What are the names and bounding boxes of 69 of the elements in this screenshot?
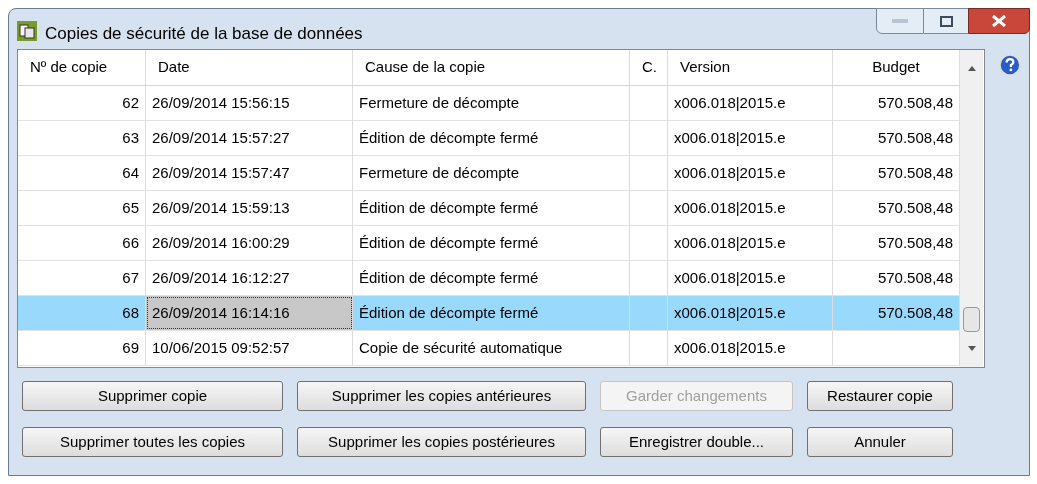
table-cell-text: 69: [122, 337, 139, 358]
table-cell-text: 570.508,48: [877, 267, 953, 288]
table-row[interactable]: 68 26/09/2014 16:14:16 Édition de décompte fermé x006.018|2015.e 570.508,48: [18, 296, 960, 331]
table-cell-text: 68: [122, 302, 139, 323]
table-cell-text: x006.018|2015.e: [674, 232, 786, 253]
table-cell-text: Édition de décompte fermé: [359, 197, 539, 218]
action-button[interactable]: Annuler: [807, 427, 953, 457]
column-header[interactable]: C.: [630, 50, 668, 85]
column-header[interactable]: Version: [668, 50, 833, 85]
table-cell-text: 570.508,48: [877, 302, 953, 323]
table-cell-text: x006.018|2015.e: [674, 197, 786, 218]
table-cell-text: 66: [122, 232, 139, 253]
table-cell-text: Édition de décompte fermé: [359, 232, 539, 253]
table-cell-text: 570.508,48: [877, 127, 953, 148]
maximize-button[interactable]: [924, 8, 968, 34]
table-cell-text: x006.018|2015.e: [674, 302, 786, 323]
table-cell-text: 570.508,48: [877, 92, 953, 113]
column-header[interactable]: Cause de la copie: [353, 50, 630, 85]
close-icon: [992, 15, 1006, 27]
action-button[interactable]: Supprimer les copies antérieures: [297, 381, 586, 411]
table-cell-text: x006.018|2015.e: [674, 162, 786, 183]
table-cell-text: 26/09/2014 15:57:27: [152, 127, 290, 148]
table-cell-text: 64: [122, 162, 139, 183]
table-cell-text: Fermeture de décompte: [359, 162, 520, 183]
action-button[interactable]: Enregistrer double...: [600, 427, 793, 457]
table-cell-text: 26/09/2014 15:57:47: [152, 162, 290, 183]
close-button[interactable]: [968, 8, 1030, 34]
table-cell-text: x006.018|2015.e: [674, 92, 786, 113]
table-cell-text: Fermeture de décompte: [359, 92, 520, 113]
table-row[interactable]: 67 26/09/2014 16:12:27 Édition de décompte fermé x006.018|2015.e 570.508,48: [18, 261, 960, 296]
table-cell-text: 63: [122, 127, 139, 148]
table-cell-text: 26/09/2014 15:59:13: [152, 197, 290, 218]
table-cell-text: 62: [122, 92, 139, 113]
table-cell-text: 65: [122, 197, 139, 218]
table-cell-text: 570.508,48: [877, 197, 953, 218]
table-cell-text: x006.018|2015.e: [674, 127, 786, 148]
table-cell-text: 26/09/2014 16:12:27: [152, 267, 290, 288]
action-button[interactable]: Supprimer toutes les copies: [22, 427, 283, 457]
table-row[interactable]: 63 26/09/2014 15:57:27 Édition de décompte fermé x006.018|2015.e 570.508,48: [18, 121, 960, 156]
table-cell-text: x006.018|2015.e: [674, 267, 786, 288]
scroll-thumb[interactable]: [963, 307, 980, 332]
table-row[interactable]: 62 26/09/2014 15:56:15 Fermeture de décompte x006.018|2015.e 570.508,48: [18, 86, 960, 121]
table-row[interactable]: 64 26/09/2014 15:57:47 Fermeture de décompte x006.018|2015.e 570.508,48: [18, 156, 960, 191]
column-header[interactable]: Date: [146, 50, 353, 85]
table-cell-text: Édition de décompte fermé: [359, 127, 539, 148]
action-button[interactable]: Restaurer copie: [807, 381, 953, 411]
table-cell-text: 570.508,48: [877, 232, 953, 253]
help-icon[interactable]: [999, 54, 1021, 76]
table-cell-text: 26/09/2014 16:14:16: [152, 302, 290, 323]
database-copy-icon: [17, 21, 37, 41]
table-cell-text: 10/06/2015 09:52:57: [152, 337, 290, 358]
vertical-scrollbar[interactable]: [960, 50, 983, 367]
table-cell-text: 570.508,48: [877, 162, 953, 183]
table-row[interactable]: 65 26/09/2014 15:59:13 Édition de décompte fermé x006.018|2015.e 570.508,48: [18, 191, 960, 226]
table-row[interactable]: 66 26/09/2014 16:00:29 Édition de décompte fermé x006.018|2015.e 570.508,48: [18, 226, 960, 261]
action-button[interactable]: Supprimer les copies postérieures: [297, 427, 586, 457]
table-cell-text: 67: [122, 267, 139, 288]
table-cell-text: Édition de décompte fermé: [359, 267, 539, 288]
table-cell-text: 26/09/2014 15:56:15: [152, 92, 290, 113]
column-header[interactable]: Nº de copie: [18, 50, 146, 85]
window-title: Copies de sécurité de la base de données: [45, 23, 363, 45]
scroll-down-icon[interactable]: [967, 346, 976, 351]
scroll-up-icon[interactable]: [967, 66, 976, 71]
action-button[interactable]: Supprimer copie: [22, 381, 283, 411]
table-cell-text: x006.018|2015.e: [674, 337, 786, 358]
table-cell-text: 26/09/2014 16:00:29: [152, 232, 290, 253]
table-row[interactable]: 69 10/06/2015 09:52:57 Copie de sécurité automatique x006.018|2015.e: [18, 331, 960, 366]
table-cell-text: Édition de décompte fermé: [359, 302, 539, 323]
table-cell-text: Copie de sécurité automatique: [359, 337, 563, 358]
